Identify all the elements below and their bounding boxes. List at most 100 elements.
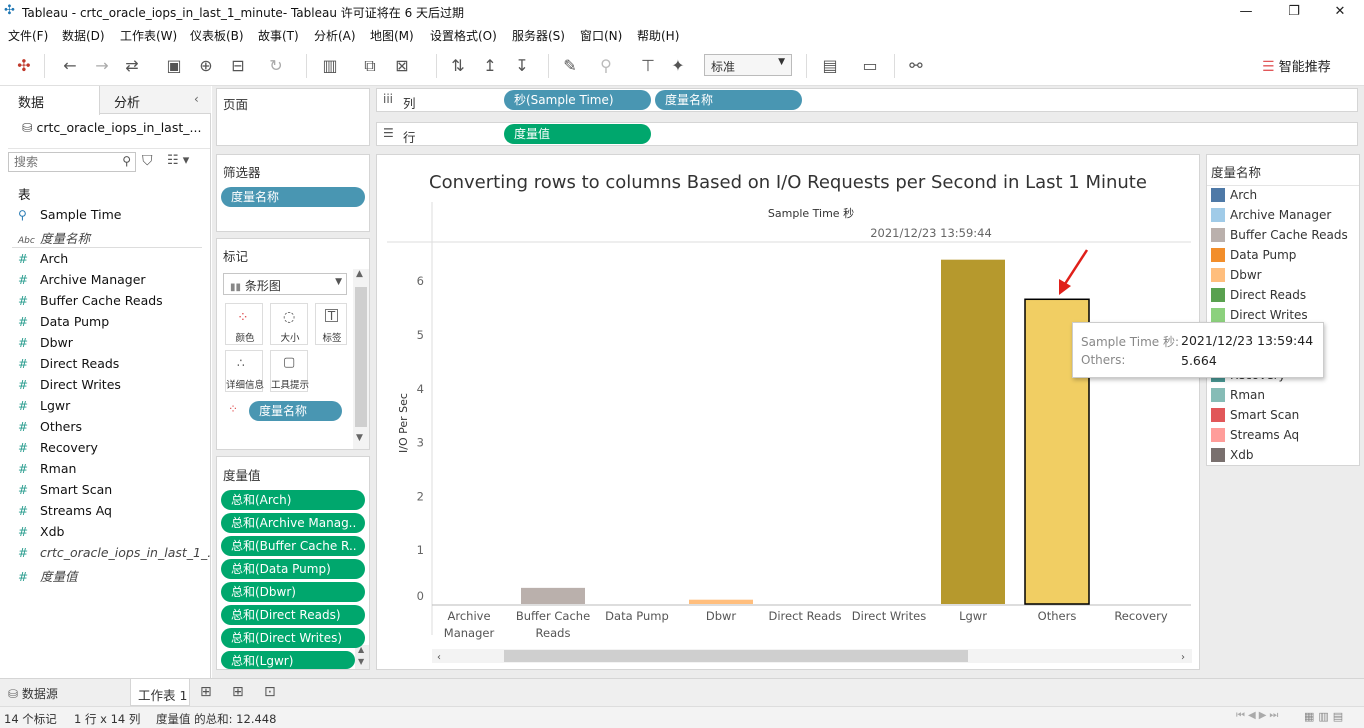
legend-item[interactable]: Xdb [1211,448,1253,462]
fit-select[interactable]: 标准 ▼ [704,54,792,76]
sheet-tab-1[interactable]: 工作表 1 [130,679,190,706]
restore-button[interactable]: ❐ [1274,2,1314,22]
show-me-cards-icon[interactable]: ▤ [820,56,840,76]
new-worksheet-icon[interactable]: ⊞ [200,684,212,700]
marks-scrollbar[interactable]: ▲ ▼ [353,269,369,449]
columns-pill-sample-time[interactable]: 秒(Sample Time) [504,90,651,110]
tableau-home-icon[interactable]: ✣ [14,56,34,76]
menu-analysis[interactable]: 分析(A) [314,27,356,44]
tooltip-button[interactable]: ▢ 工具提示 [270,350,309,392]
sheet-nav-icon[interactable]: ⏮◀▶⏭ [1236,710,1281,721]
menu-window[interactable]: 窗口(N) [580,27,622,44]
measure-pill[interactable]: 总和(Data Pump) [221,559,365,579]
new-story-icon[interactable]: ⊡ [264,684,276,700]
collapse-pane-icon[interactable]: ‹ [194,92,199,106]
presentation-icon[interactable]: ▭ [860,56,880,76]
field-recovery[interactable]: # Recovery [18,440,98,455]
sort-ascending-icon[interactable]: ↥ [480,56,500,76]
menu-file[interactable]: 文件(F) [8,27,48,44]
swap-icon[interactable]: ⇅ [448,56,468,76]
menu-story[interactable]: 故事(T) [258,27,299,44]
menu-worksheet[interactable]: 工作表(W) [120,27,177,44]
legend-item[interactable]: Buffer Cache Reads [1211,228,1348,242]
measure-pill[interactable]: 总和(Direct Writes) [221,628,365,648]
rows-pill-measure-values[interactable]: 度量值 [504,124,651,144]
close-button[interactable]: ✕ [1320,2,1360,22]
datasource-item[interactable]: ⛁ crtc_oracle_iops_in_last_... [22,120,201,135]
measure-pill[interactable]: 总和(Dbwr) [221,582,365,602]
measure-pill[interactable]: 总和(Lgwr) [221,651,355,669]
legend-item[interactable]: Arch [1211,188,1257,202]
measure-pill[interactable]: 总和(Direct Reads) [221,605,365,625]
legend-item[interactable]: Dbwr [1211,268,1262,282]
measure-pill[interactable]: 总和(Buffer Cache R.. [221,536,365,556]
tab-analytics[interactable]: 分析 [114,92,140,111]
columns-pill-measure-names[interactable]: 度量名称 [655,90,802,110]
pages-card[interactable]: 页面 [216,88,370,146]
menu-data[interactable]: 数据(D) [62,27,105,44]
mark-type-select[interactable]: ▮▮ 条形图 ▼ [223,273,347,295]
new-dashboard-icon[interactable]: ⊞ [232,684,244,700]
legend-item[interactable]: Smart Scan [1211,408,1299,422]
legend-item[interactable]: Data Pump [1211,248,1296,262]
field-smart-scan[interactable]: # Smart Scan [18,482,112,497]
menu-help[interactable]: 帮助(H) [637,27,679,44]
new-datasource-icon[interactable]: ⊕ [196,56,216,76]
field-others[interactable]: # Others [18,419,82,434]
minimize-button[interactable]: — [1226,2,1266,22]
redo-icon[interactable]: → [92,56,112,76]
field-streams-aq[interactable]: # Streams Aq [18,503,112,518]
field-rman[interactable]: # Rman [18,461,76,476]
label-button[interactable]: T 标签 [315,303,347,345]
detail-button[interactable]: ∴ 详细信息 [225,350,264,392]
datasource-tab[interactable]: ⛁ 数据源 [8,685,58,702]
menu-server[interactable]: 服务器(S) [512,27,565,44]
measure-pill[interactable]: 总和(Archive Manag.. [221,513,365,533]
share-icon[interactable]: ⚯ [906,56,926,76]
field-xdb[interactable]: # Xdb [18,524,64,539]
sort-descending-icon[interactable]: ↧ [512,56,532,76]
group-icon[interactable]: ⚲ [596,56,616,76]
menu-map[interactable]: 地图(M) [370,27,414,44]
field-sample-time[interactable]: ⚲ Sample Time [18,207,121,222]
field-buffer-cache-reads[interactable]: # Buffer Cache Reads [18,293,163,308]
view-layout-icon[interactable]: ▦▥▤ [1304,710,1347,723]
marks-pill-measure-names[interactable]: 度量名称 [249,401,342,421]
legend-item[interactable]: Direct Reads [1211,288,1306,302]
size-button[interactable]: ◌ 大小 [270,303,308,345]
field-measure-values[interactable]: # 度量值 [18,566,78,585]
legend-item[interactable]: Archive Manager [1211,208,1331,222]
refresh-icon[interactable]: ↻ [266,56,286,76]
smart-recommend-button[interactable]: ☰ 智能推荐 [1262,56,1331,75]
legend-item[interactable]: Streams Aq [1211,428,1299,442]
field-data-pump[interactable]: # Data Pump [18,314,109,329]
replay-icon[interactable]: ⇄ [122,56,142,76]
field-dbwr[interactable]: # Dbwr [18,335,73,350]
pause-updates-icon[interactable]: ⊟ [228,56,248,76]
field-archive-manager[interactable]: # Archive Manager [18,272,146,287]
filter-icon[interactable]: ⛉ [142,153,153,169]
search-field[interactable]: ⚲ [8,152,136,172]
field-lgwr[interactable]: # Lgwr [18,398,70,413]
field-direct-writes[interactable]: # Direct Writes [18,377,121,392]
field-record-count[interactable]: # crtc_oracle_iops_in_last_1_... [18,545,219,560]
measure-pill[interactable]: 总和(Arch) [221,490,365,510]
search-input[interactable] [9,153,109,171]
field-measure-names[interactable]: Abc 度量名称 [18,228,90,247]
save-icon[interactable]: ▣ [164,56,184,76]
view-options-icon[interactable]: ☷ ▾ [167,153,189,168]
legend-item[interactable]: Rman [1211,388,1265,402]
tab-data[interactable]: 数据 [18,92,44,111]
filter-pill-measure-names[interactable]: 度量名称 [221,187,365,207]
color-button[interactable]: ⁘ 颜色 [225,303,263,345]
measure-values-scrollbar[interactable]: ▲ ▼ [355,645,369,669]
field-direct-reads[interactable]: # Direct Reads [18,356,119,371]
new-worksheet-icon[interactable]: ▥ [320,56,340,76]
undo-icon[interactable]: ← [60,56,80,76]
highlight-icon[interactable]: ✎ [560,56,580,76]
pin-icon[interactable]: ✦ [668,56,688,76]
clear-sheet-icon[interactable]: ⊠ [392,56,412,76]
menu-dashboard[interactable]: 仪表板(B) [190,27,244,44]
show-labels-icon[interactable]: ⊤ [638,56,658,76]
field-arch[interactable]: # Arch [18,251,68,266]
